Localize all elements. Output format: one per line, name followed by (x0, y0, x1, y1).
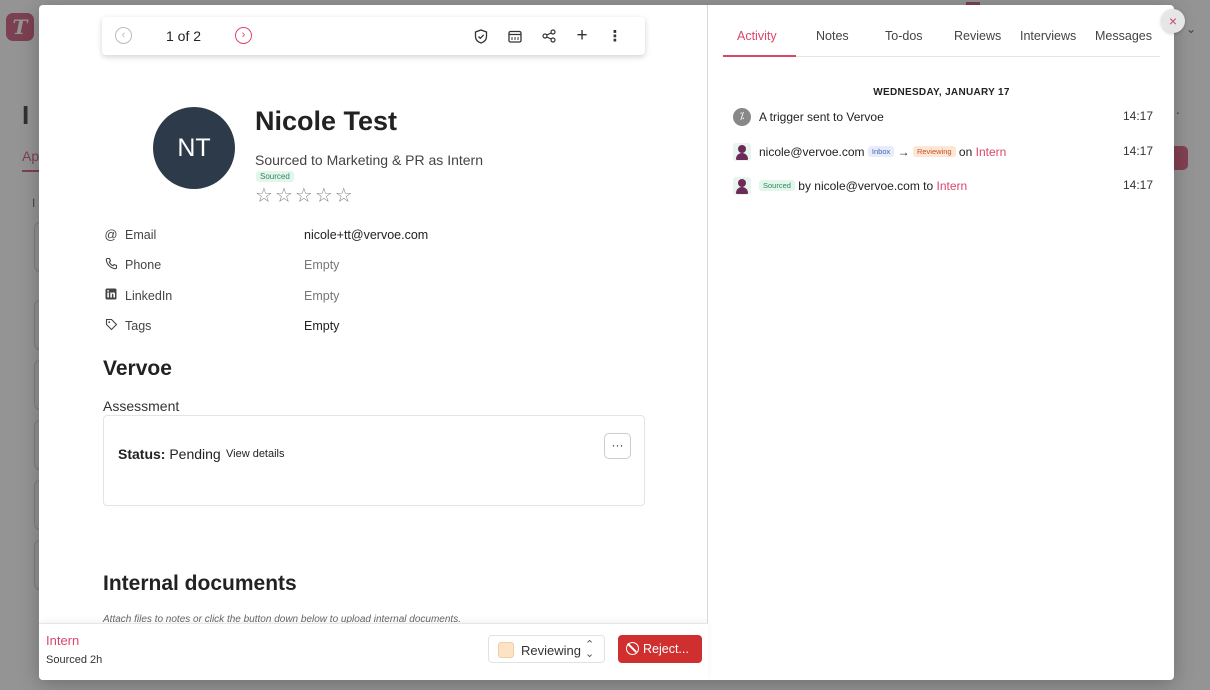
linkedin-icon (103, 288, 119, 303)
candidate-toolbar: ‹ 1 of 2 › + ⋮ (102, 17, 645, 55)
sourced-time: Sourced 2h (46, 654, 103, 666)
tab-activity[interactable]: Activity (737, 29, 777, 43)
job-link[interactable]: Intern (46, 633, 79, 648)
star-icon[interactable]: ☆ (255, 185, 273, 207)
shield-check-icon[interactable] (470, 25, 492, 47)
reject-label: Reject... (643, 642, 689, 656)
status-label: Status: (118, 446, 166, 462)
activity-by: by nicole@vervoe.com to (798, 179, 934, 193)
field-label: Phone (125, 258, 162, 272)
more-horizontal-icon[interactable]: ··· (604, 433, 631, 459)
tab-reviews[interactable]: Reviews (954, 29, 1001, 43)
candidate-counter: 1 of 2 (166, 28, 202, 44)
activity-time: 14:17 (1122, 109, 1153, 123)
field-phone: Phone Empty (103, 257, 623, 275)
phone-icon (103, 257, 119, 273)
reject-button[interactable]: Reject... (618, 635, 702, 663)
calendar-icon[interactable] (504, 25, 526, 47)
tags-value[interactable]: Empty (304, 319, 339, 333)
stage-pill-reviewing: Reviewing (912, 146, 956, 157)
view-details-link[interactable]: View details (226, 448, 285, 460)
activity-text: nicole@vervoe.com Inbox → Reviewing on I… (759, 145, 1006, 159)
candidate-name: Nicole Test (255, 106, 398, 136)
field-label: Email (125, 228, 157, 242)
tab-messages[interactable]: Messages (1095, 29, 1152, 43)
chevron-right-icon[interactable]: › (235, 27, 252, 44)
activity-actor: nicole@vervoe.com (759, 145, 865, 159)
trigger-icon: ⁒ (733, 108, 751, 126)
star-icon[interactable]: ☆ (315, 185, 333, 207)
candidate-subtitle: Sourced to Marketing & PR as Intern (255, 152, 483, 168)
candidate-profile-pane: ‹ 1 of 2 › + ⋮ NT Nicole Test Sourced to… (39, 5, 708, 680)
arrow-right-icon: → (897, 145, 910, 159)
email-value[interactable]: nicole+tt@vervoe.com (304, 228, 428, 242)
share-icon[interactable] (538, 25, 560, 47)
stage-label: Reviewing (521, 643, 581, 658)
activity-item: Sourced by nicole@vervoe.com to Intern 1… (733, 177, 1153, 197)
block-icon (626, 642, 639, 655)
field-label: Tags (125, 319, 152, 333)
status-badge: Sourced (256, 171, 294, 182)
candidate-footer: Intern Sourced 2h Reviewing ⌃ ⌄ Reject... (39, 623, 708, 680)
assessment-label: Assessment (103, 398, 180, 414)
active-tab-indicator (723, 55, 796, 57)
chevron-up-down-icon: ⌃ ⌄ (585, 639, 595, 660)
tag-icon (103, 318, 119, 334)
stage-select[interactable]: Reviewing ⌃ ⌄ (488, 635, 605, 663)
job-link[interactable]: Intern (937, 179, 968, 193)
at-icon: @ (104, 227, 118, 242)
field-tags: Tags Empty (103, 318, 623, 336)
activity-item: ⁒ A trigger sent to Vervoe 14:17 (733, 108, 1153, 128)
section-heading-internal-documents: Internal documents (103, 572, 297, 595)
user-avatar-icon (733, 143, 751, 161)
assessment-card: Status: Pending View details ··· (103, 415, 645, 506)
star-icon[interactable]: ☆ (295, 185, 313, 207)
candidate-modal: ‹ 1 of 2 › + ⋮ NT Nicole Test Sourced to… (39, 5, 1174, 680)
tab-notes[interactable]: Notes (816, 29, 849, 43)
linkedin-value[interactable]: Empty (304, 289, 339, 303)
stage-color-swatch (498, 642, 514, 658)
tab-interviews[interactable]: Interviews (1020, 29, 1076, 43)
more-vertical-icon[interactable]: ⋮ (604, 25, 626, 47)
phone-value[interactable]: Empty (304, 258, 339, 272)
field-email: @ Email nicole+tt@vervoe.com (103, 227, 623, 245)
stage-pill-inbox: Inbox (867, 146, 895, 157)
section-heading-vervoe: Vervoe (103, 357, 172, 380)
plus-icon[interactable]: + (571, 25, 593, 47)
field-label: LinkedIn (125, 289, 173, 303)
activity-pane: Activity Notes To-dos Reviews Interviews… (709, 5, 1174, 680)
chevron-left-icon[interactable]: ‹ (115, 27, 132, 44)
star-icon[interactable]: ☆ (275, 185, 293, 207)
activity-on: on (958, 145, 973, 159)
status-value: Pending (169, 446, 221, 462)
activity-item: nicole@vervoe.com Inbox → Reviewing on I… (733, 143, 1153, 163)
close-modal-button[interactable]: × (1161, 9, 1185, 33)
activity-text: A trigger sent to Vervoe (759, 110, 884, 124)
status-badge: Sourced (759, 180, 795, 191)
job-link[interactable]: Intern (976, 145, 1007, 159)
activity-tabs: Activity Notes To-dos Reviews Interviews… (723, 19, 1160, 57)
field-linkedin: LinkedIn Empty (103, 288, 623, 306)
user-avatar-icon (733, 177, 751, 195)
star-icon[interactable]: ☆ (335, 185, 353, 207)
star-rating[interactable]: ☆ ☆ ☆ ☆ ☆ (255, 185, 353, 207)
activity-text: Sourced by nicole@vervoe.com to Intern (759, 179, 967, 193)
activity-time: 14:17 (1122, 178, 1153, 192)
candidate-avatar: NT (153, 107, 235, 189)
tab-to-dos[interactable]: To-dos (885, 29, 923, 43)
activity-time: 14:17 (1122, 144, 1153, 158)
assessment-status: Status: Pending (118, 446, 221, 462)
activity-day-header: WEDNESDAY, JANUARY 17 (873, 87, 1010, 98)
